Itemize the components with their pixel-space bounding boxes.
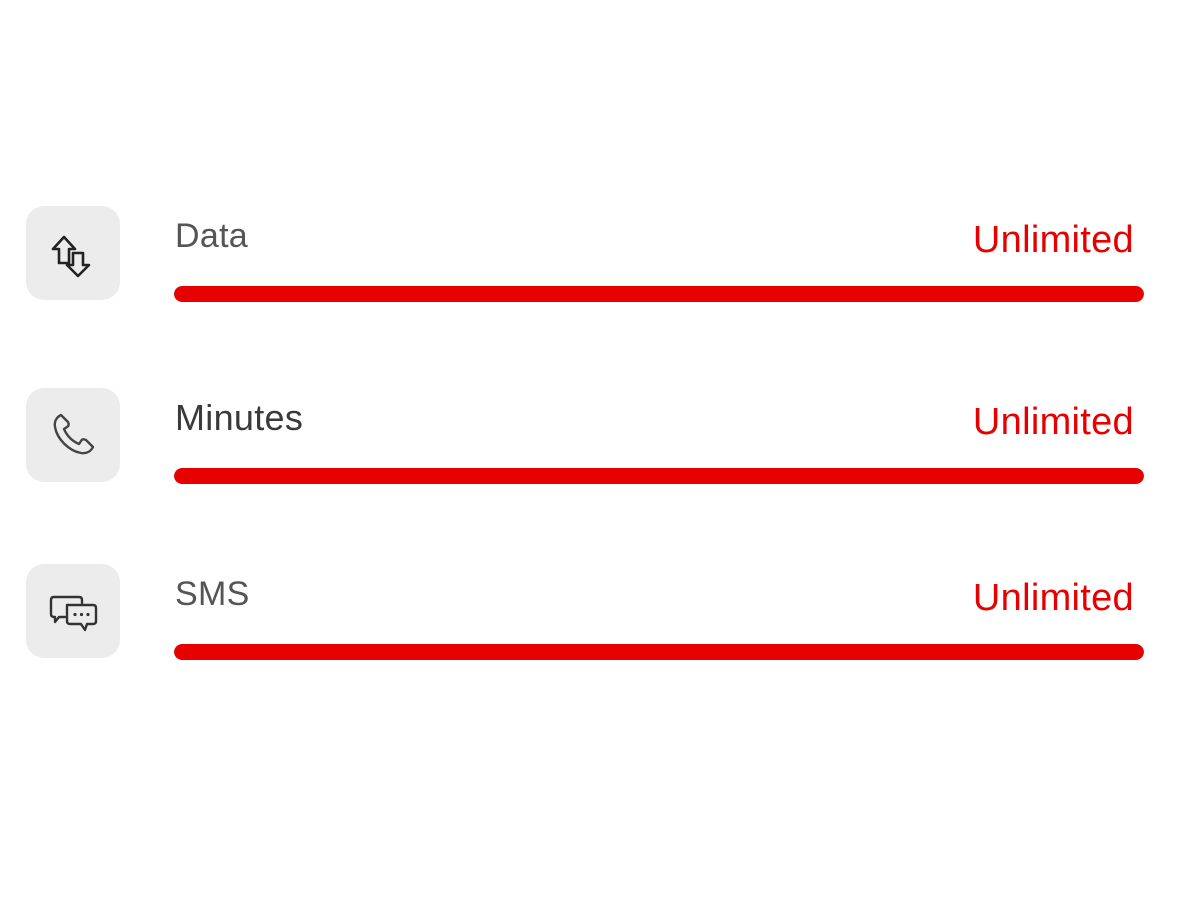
progress-fill [174,286,1144,302]
progress-bar [174,286,1144,302]
allowance-value: Unlimited [972,401,1134,443]
allowance-row-data: Data Unlimited [0,206,1200,306]
progress-fill [174,644,1144,660]
allowance-label: SMS [175,575,250,613]
allowance-label: Minutes [175,397,304,438]
allowance-row-minutes: Minutes Unlimited [0,388,1200,488]
progress-fill [174,468,1144,484]
data-transfer-icon [26,206,120,300]
allowance-value: Unlimited [972,577,1134,619]
chat-bubbles-icon [26,564,120,658]
phone-icon [26,388,120,482]
progress-bar [174,468,1144,484]
allowance-label: Data [175,217,249,255]
progress-bar [174,644,1144,660]
allowance-row-sms: SMS Unlimited [0,564,1200,664]
allowance-list: Data Unlimited Minutes Unlimited SMS Unl… [0,0,1200,900]
allowance-value: Unlimited [972,219,1134,261]
